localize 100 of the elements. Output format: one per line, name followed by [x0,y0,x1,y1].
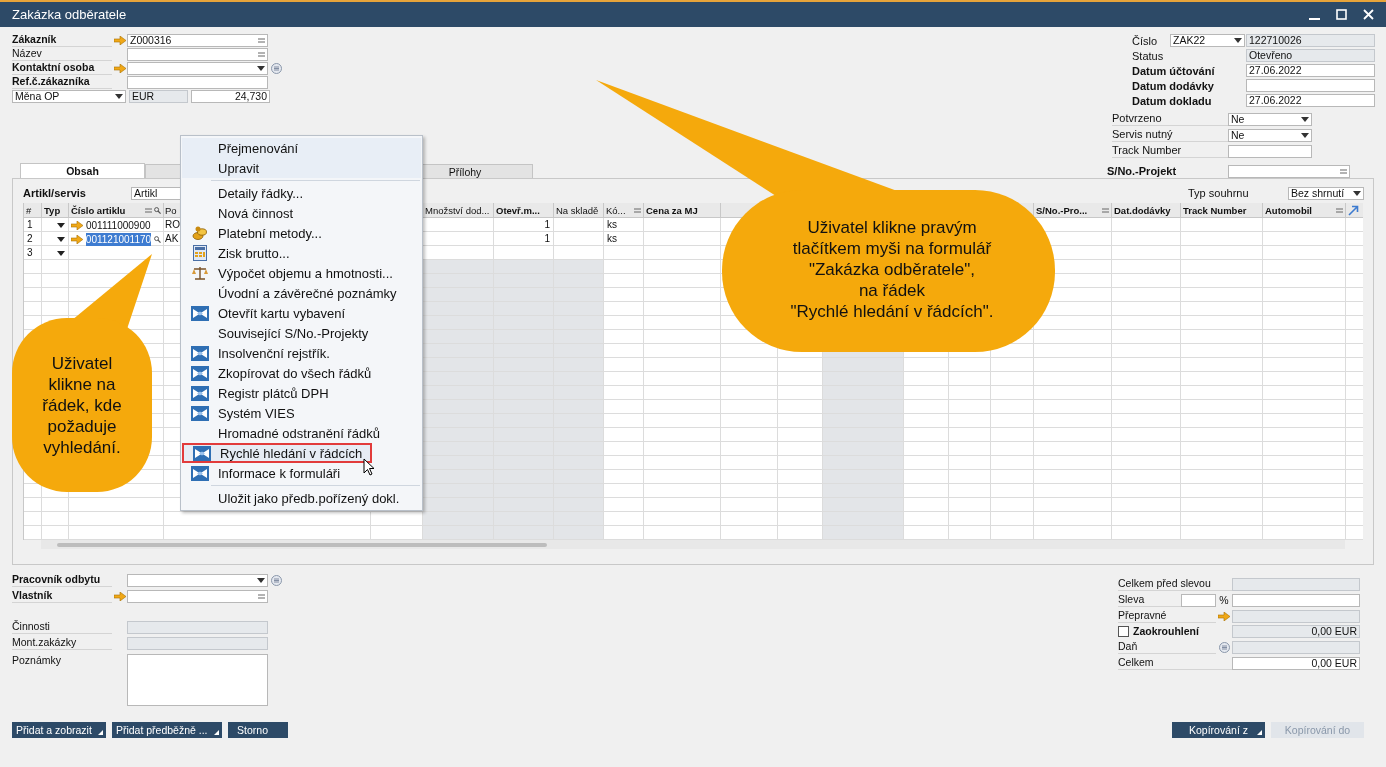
details-icon[interactable] [271,574,282,586]
field-label: Typ souhrnu [1188,187,1250,200]
arrow-icon[interactable] [113,591,126,601]
arrow-icon[interactable] [71,220,83,230]
arrow-icon[interactable] [71,234,83,244]
input-field[interactable]: 27.06.2022 [1246,64,1375,77]
column-header[interactable]: Typ [42,203,68,217]
list-icon[interactable] [258,51,265,57]
details-icon[interactable] [271,62,282,74]
menu-item[interactable]: Otevřít kartu vybavení [182,303,421,323]
action-button[interactable]: Přidat a zobrazit [12,722,106,738]
table-cell: AK [165,233,179,244]
column-header[interactable]: Track Number [1181,203,1262,217]
table-cell[interactable]: 001121001170 [85,232,152,246]
menu-item[interactable]: Hromadné odstranění řádků [182,423,421,443]
column-header[interactable]: Cena za MJ [644,203,720,217]
row-number: 2 [27,233,33,244]
arrow-icon[interactable] [113,35,126,45]
notes-field[interactable] [127,654,268,706]
close-icon[interactable] [1363,9,1374,20]
menu-item[interactable]: Rychlé hledání v řádcích [182,443,372,463]
list-icon[interactable] [258,37,265,43]
list-icon[interactable] [1336,207,1343,213]
corner-triangle-icon[interactable] [97,730,103,735]
input-field[interactable] [1228,144,1312,158]
caret-icon[interactable] [1301,116,1309,122]
list-icon[interactable] [634,207,641,213]
menu-item[interactable]: Související S/No.-Projekty [182,323,421,343]
caret-icon[interactable] [1353,191,1361,196]
input-field[interactable] [127,47,268,61]
dropdown-field[interactable]: Ne [1228,128,1312,142]
field-label: Číslo [1132,34,1159,47]
input-field[interactable]: Z000316 [127,33,268,47]
action-button[interactable]: Přidat předběžně ... [111,722,222,738]
checkbox[interactable] [1118,626,1129,637]
field-label: Potvrzeno [1112,112,1228,126]
column-header[interactable]: Kó... [604,203,643,217]
caret-icon[interactable] [115,94,123,99]
series-dropdown[interactable]: ZAK22 [1170,34,1245,47]
dropdown-field[interactable]: Ne [1228,112,1312,126]
field-label: Kontaktní osoba [12,61,112,75]
input-field[interactable] [127,75,268,89]
menu-item[interactable]: Uložit jako předb.pořízený dokl. [182,488,421,508]
menu-item[interactable]: Zisk brutto... [182,243,421,263]
column-header[interactable]: Dat.dodávky [1112,203,1180,217]
menu-item[interactable]: Výpočet objemu a hmotnosti... [182,263,421,283]
tab[interactable]: Obsah [20,163,145,178]
menu-item[interactable]: Nová činnost [182,203,421,223]
menu-item[interactable]: Informace k formuláři [182,463,421,483]
scrollbar[interactable] [41,540,1345,549]
menu-item[interactable]: Přejmenování [182,138,421,158]
column-header[interactable]: Množství dod... [423,203,493,217]
discount-field[interactable] [1181,593,1216,607]
input-field[interactable]: 27.06.2022 [1246,94,1375,107]
search-icon[interactable] [154,235,161,243]
rate-field[interactable]: 24,730 [191,90,270,103]
column-header[interactable]: Číslo artiklu [69,203,163,217]
currency-dropdown[interactable]: Měna OP [12,90,126,103]
menu-item[interactable]: Systém VIES [182,403,421,423]
search-icon[interactable] [154,206,161,214]
maximize-icon[interactable] [1336,9,1347,20]
caret-icon[interactable] [1301,132,1309,138]
list-icon[interactable] [1102,207,1109,213]
arrow-icon[interactable] [1218,611,1230,621]
caret-icon[interactable] [257,577,265,583]
caret-icon[interactable] [1234,38,1242,43]
corner-triangle-icon[interactable] [1257,730,1262,735]
input-field[interactable] [1228,165,1350,178]
menu-item[interactable]: Upravit [182,158,421,178]
summary-dropdown[interactable]: Bez shrnutí [1288,187,1364,200]
table-cell[interactable]: 001111000900 [86,218,151,232]
caret-icon[interactable] [257,65,265,71]
menu-item[interactable]: Úvodní a závěrečné poznámky [182,283,421,303]
column-header[interactable]: Otevř.m... [494,203,553,217]
app-icon [191,385,209,401]
menu-item[interactable]: Insolvenční rejstřík. [182,343,421,363]
column-header[interactable]: S/No.-Pro... [1034,203,1111,217]
field-label: Servis nutný [1112,128,1228,142]
input-field[interactable] [1246,79,1375,92]
menu-item[interactable]: Zkopírovat do všech řádků [182,363,421,383]
menu-item[interactable]: Registr plátců DPH [182,383,421,403]
dropdown-field[interactable] [127,61,268,75]
expand-icon[interactable] [1348,204,1359,216]
corner-triangle-icon[interactable] [213,730,219,735]
action-button[interactable]: Kopírování z [1172,722,1265,738]
menu-item[interactable]: Platební metody... [182,223,421,243]
action-button[interactable]: Storno [227,722,288,738]
column-header[interactable]: # [24,203,41,217]
details-icon[interactable] [1218,641,1230,653]
field-label: Celkem [1118,656,1232,670]
input-field[interactable] [127,589,268,603]
arrow-icon[interactable] [113,63,126,73]
column-header[interactable]: Automobil [1263,203,1345,217]
list-icon[interactable] [1340,169,1347,174]
list-icon[interactable] [258,593,265,599]
currency-field: EUR [129,90,188,103]
input-field[interactable]: 0,00 EUR [1232,656,1360,670]
input-field[interactable] [1232,593,1360,607]
dropdown-field[interactable] [127,573,268,587]
column-header[interactable]: Na skladě [554,203,603,217]
